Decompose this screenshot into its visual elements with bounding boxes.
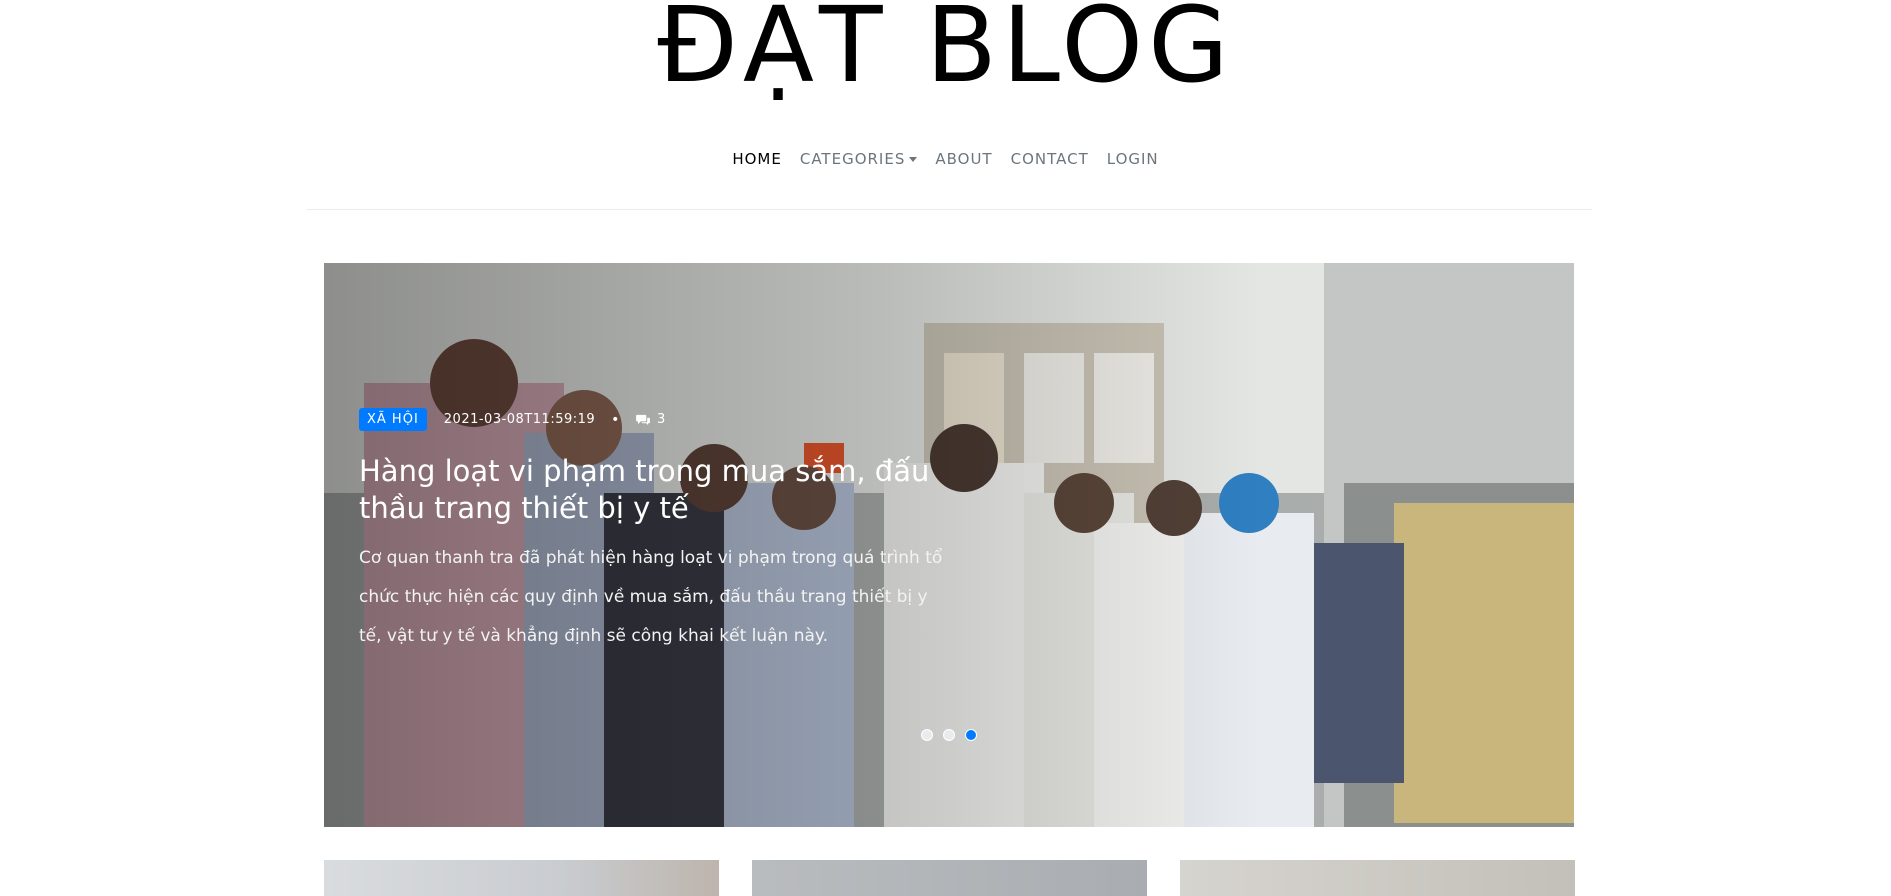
meta-separator: • <box>611 411 620 428</box>
carousel-indicators <box>324 729 1574 741</box>
nav-item-home[interactable]: HOME <box>732 150 782 168</box>
post-date: 2021-03-08T11:59:19 <box>443 412 596 427</box>
nav-item-label: CONTACT <box>1010 150 1089 168</box>
nav-item-label: ABOUT <box>935 150 993 168</box>
post-card-image[interactable] <box>1180 860 1575 896</box>
slide-caption: XÃ HỘI 2021-03-08T11:59:19 • 3 Hàng loạt… <box>359 408 944 656</box>
nav-item-label: LOGIN <box>1106 150 1159 168</box>
category-badge[interactable]: XÃ HỘI <box>359 408 427 431</box>
main-nav: HOME CATEGORIES ABOUT CONTACT LOGIN <box>0 150 1891 168</box>
nav-item-label: HOME <box>732 150 782 168</box>
post-card-image[interactable] <box>324 860 719 896</box>
post-meta: XÃ HỘI 2021-03-08T11:59:19 • 3 <box>359 408 944 431</box>
header-divider <box>307 209 1592 210</box>
nav-item-categories[interactable]: CATEGORIES <box>800 150 918 168</box>
post-card-image[interactable] <box>752 860 1147 896</box>
site-title[interactable]: ĐẠT BLOG <box>0 0 1891 106</box>
carousel-indicator-1[interactable] <box>921 729 933 741</box>
nav-item-label: CATEGORIES <box>799 150 906 168</box>
comment-count: 3 <box>656 412 666 427</box>
nav-item-contact[interactable]: CONTACT <box>1011 150 1089 168</box>
nav-item-login[interactable]: LOGIN <box>1107 150 1159 168</box>
comments-icon <box>636 414 650 425</box>
nav-item-about[interactable]: ABOUT <box>935 150 992 168</box>
featured-carousel[interactable]: XÃ HỘI 2021-03-08T11:59:19 • 3 Hàng loạt… <box>324 263 1574 827</box>
post-excerpt: Cơ quan thanh tra đã phát hiện hàng loạt… <box>359 548 943 646</box>
carousel-indicator-3[interactable] <box>965 729 977 741</box>
caret-down-icon <box>909 156 918 162</box>
post-title[interactable]: Hàng loạt vi phạm trong mua sắm, đấu thầ… <box>359 453 944 527</box>
page: ĐẠT BLOG HOME CATEGORIES ABOUT CONTACT L… <box>0 0 1891 896</box>
carousel-indicator-2[interactable] <box>943 729 955 741</box>
